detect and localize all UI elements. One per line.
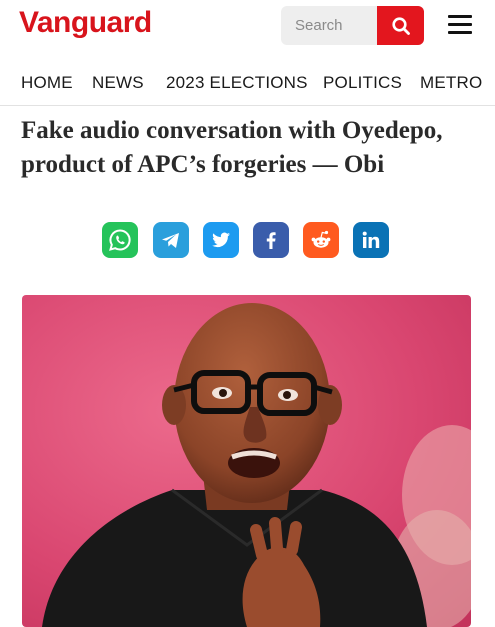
- search-button[interactable]: [377, 6, 424, 45]
- facebook-icon: [266, 232, 276, 249]
- nav-item-metro[interactable]: METRO: [420, 73, 482, 93]
- linkedin-share-button[interactable]: [353, 222, 389, 258]
- site-logo[interactable]: Vanguard: [19, 6, 152, 40]
- reddit-share-button[interactable]: [303, 222, 339, 258]
- whatsapp-share-button[interactable]: [102, 222, 138, 258]
- nav-item-politics[interactable]: POLITICS: [323, 73, 402, 93]
- search-icon: [391, 16, 410, 35]
- nav-item-news[interactable]: NEWS: [92, 73, 144, 93]
- whatsapp-icon: [109, 229, 131, 251]
- search-box: [281, 6, 424, 45]
- nav-item-2023-elections[interactable]: 2023 ELECTIONS: [166, 73, 308, 93]
- search-input[interactable]: [281, 6, 377, 45]
- article-photo: [22, 295, 471, 627]
- twitter-share-button[interactable]: [203, 222, 239, 258]
- article-headline: Fake audio conversation with Oyedepo, pr…: [21, 117, 443, 178]
- nav-item-home[interactable]: HOME: [21, 73, 73, 93]
- facebook-share-button[interactable]: [253, 222, 289, 258]
- main-nav: HOME NEWS 2023 ELECTIONS POLITICS METRO: [0, 62, 495, 106]
- reddit-icon: [311, 230, 331, 248]
- twitter-icon: [212, 232, 230, 248]
- hamburger-menu-icon[interactable]: [448, 15, 472, 35]
- site-header: Vanguard: [0, 0, 495, 52]
- linkedin-icon: [362, 231, 380, 248]
- telegram-share-button[interactable]: [153, 222, 189, 258]
- telegram-icon: [162, 233, 179, 248]
